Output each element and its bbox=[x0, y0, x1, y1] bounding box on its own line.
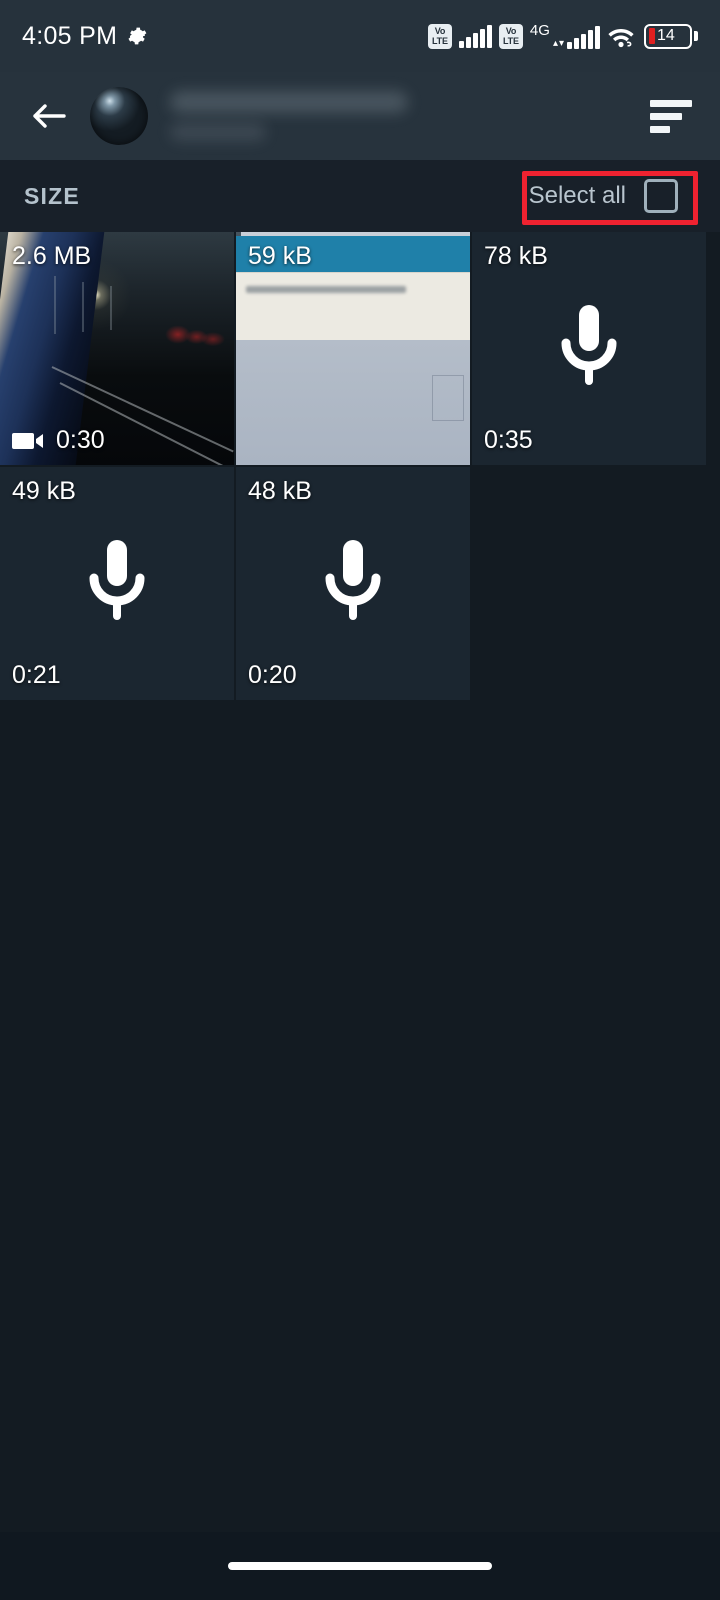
volte-bottom-text-2: LTE bbox=[503, 36, 519, 46]
back-button[interactable] bbox=[22, 89, 76, 143]
microphone-icon bbox=[552, 299, 626, 399]
media-duration-row: 0:20 bbox=[248, 661, 297, 690]
media-duration-label: 0:21 bbox=[12, 661, 61, 689]
section-header: SIZE Select all bbox=[0, 160, 720, 232]
media-duration-row: 0:30 bbox=[12, 426, 105, 455]
battery-low-indicator bbox=[649, 28, 655, 44]
avatar[interactable] bbox=[90, 87, 148, 145]
wifi-icon bbox=[607, 24, 637, 49]
signal-bars-sim2 bbox=[567, 25, 600, 49]
media-tile-image[interactable]: 59 kB bbox=[236, 232, 472, 467]
media-grid: 2.6 MB 0:30 59 kB 78 kB 0:35 49 kB 0:21 … bbox=[0, 232, 708, 702]
media-size-label: 59 kB bbox=[248, 242, 312, 270]
battery-cap bbox=[694, 31, 698, 41]
home-gesture-pill[interactable] bbox=[228, 1562, 492, 1570]
media-grid-empty-cell bbox=[472, 467, 708, 702]
phone-screen: 4:05 PM Vo LTE Vo LTE 4G ▴ ▾ 14 SIZE Sel… bbox=[0, 0, 720, 1600]
media-size-label: 48 kB bbox=[248, 477, 312, 505]
volte-icon-sim2: Vo LTE bbox=[498, 23, 523, 49]
select-all-control[interactable]: Select all bbox=[511, 165, 696, 227]
select-all-label: Select all bbox=[528, 182, 626, 209]
battery-body: 14 bbox=[644, 23, 692, 49]
battery-icon: 14 bbox=[644, 23, 698, 49]
volte-icon-sim1: Vo LTE bbox=[427, 23, 452, 49]
download-arrow-icon: ▾ bbox=[558, 37, 564, 49]
upload-arrow-icon: ▴ bbox=[552, 37, 558, 49]
status-bar: 4:05 PM Vo LTE Vo LTE 4G ▴ ▾ 14 bbox=[0, 0, 720, 72]
size-header-label: SIZE bbox=[24, 182, 80, 209]
media-size-label: 78 kB bbox=[484, 242, 548, 270]
data-transfer-arrows-icon: ▴ ▾ bbox=[552, 37, 564, 49]
volte-top-text: Vo bbox=[434, 26, 446, 36]
media-duration-row: 0:21 bbox=[12, 661, 61, 690]
navigation-bar bbox=[0, 1532, 720, 1600]
volte-top-text-2: Vo bbox=[505, 26, 517, 36]
media-duration-row: 0:35 bbox=[484, 426, 533, 455]
network-type-label: 4G bbox=[529, 21, 550, 39]
select-all-checkbox[interactable] bbox=[644, 179, 678, 213]
media-size-label: 49 kB bbox=[12, 477, 76, 505]
media-duration-label: 0:20 bbox=[248, 661, 297, 689]
media-tile-audio[interactable]: 78 kB 0:35 bbox=[472, 232, 708, 467]
media-duration-label: 0:35 bbox=[484, 426, 533, 454]
app-bar-title-group[interactable] bbox=[170, 91, 408, 141]
mobile-data-indicator: 4G ▴ ▾ bbox=[529, 21, 600, 49]
status-bar-right: Vo LTE Vo LTE 4G ▴ ▾ 14 bbox=[427, 21, 698, 49]
status-clock: 4:05 PM bbox=[22, 21, 118, 50]
gear-icon bbox=[127, 26, 147, 46]
app-bar bbox=[0, 72, 720, 160]
page-subtitle bbox=[170, 123, 266, 141]
signal-bars-sim1 bbox=[458, 24, 492, 48]
battery-percent-label: 14 bbox=[657, 27, 675, 44]
sort-icon[interactable] bbox=[642, 88, 698, 144]
video-camera-icon bbox=[12, 430, 44, 452]
media-tile-audio[interactable]: 48 kB 0:20 bbox=[236, 467, 472, 702]
media-tile-video[interactable]: 2.6 MB 0:30 bbox=[0, 232, 236, 467]
microphone-icon bbox=[316, 534, 390, 634]
media-size-label: 2.6 MB bbox=[12, 242, 92, 270]
back-arrow-icon bbox=[31, 101, 67, 131]
volte-bottom-text: LTE bbox=[432, 36, 448, 46]
status-bar-left: 4:05 PM bbox=[22, 22, 147, 51]
media-tile-audio[interactable]: 49 kB 0:21 bbox=[0, 467, 236, 702]
page-title bbox=[170, 91, 408, 113]
microphone-icon bbox=[80, 534, 154, 634]
media-duration-label: 0:30 bbox=[56, 426, 105, 454]
